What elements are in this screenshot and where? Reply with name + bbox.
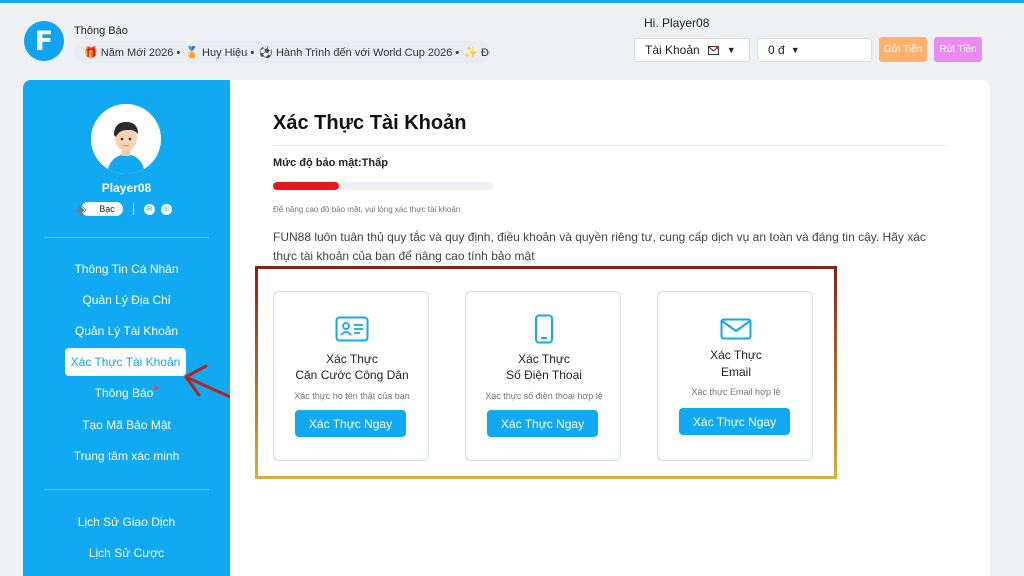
announcement-marquee[interactable]: 🎁 Năm Mới 2026 • 🏅 Huy Hiệu • ⚽ Hành Trì…: [74, 41, 490, 63]
level-row: ◈ Bạc ✉ ☏: [23, 201, 230, 218]
page-title: Xác Thực Tài Khoản: [273, 112, 467, 134]
sidebar-item-verification-center[interactable]: Trung tâm xác minh: [23, 449, 230, 463]
security-level-label: Mức độ bảo mật:Thấp: [273, 157, 388, 169]
sidebar-item-address[interactable]: Quản Lý Địa Chỉ: [23, 293, 230, 307]
sidebar-item-transaction-history[interactable]: Lịch Sử Giao Dịch: [23, 515, 230, 529]
card-subtitle: Xác thực số điện thoại hợp lệ: [485, 391, 603, 401]
sidebar-item-security-code[interactable]: Tạo Mã Bảo Mật: [23, 418, 230, 432]
vip-level-badge[interactable]: ◈ Bạc: [75, 201, 123, 218]
card-title: Xác Thực: [710, 348, 762, 362]
message-icon[interactable]: ✉: [143, 203, 155, 215]
withdraw-button[interactable]: Rút Tiền: [934, 37, 982, 62]
verify-id-button[interactable]: Xác Thực Ngay: [295, 410, 406, 437]
sidebar-username: Player08: [101, 181, 152, 195]
sidebar-item-personal-info[interactable]: Thông Tin Cá Nhân: [23, 262, 230, 276]
mail-icon: [707, 45, 719, 55]
marquee-item: 🏅 Huy Hiệu •: [185, 46, 255, 59]
verify-email-card[interactable]: Xác Thực Email Xác thực Email hợp lệ Xác…: [657, 291, 813, 461]
divider: [132, 203, 134, 215]
card-title: Xác Thực: [326, 352, 378, 366]
divider: [44, 489, 209, 490]
card-subtitle: Xác thực họ tên thật của bạn: [294, 391, 410, 401]
chevron-down-icon: ▼: [790, 45, 800, 55]
verify-id-card[interactable]: Xác Thực Căn Cước Công Dân Xác thực họ t…: [273, 291, 429, 461]
security-progress-fill: [273, 182, 339, 190]
vip-level-label: Bạc: [99, 204, 115, 214]
marquee-item: ⚽ Hành Trình đến với World Cup 2026 •: [259, 46, 460, 59]
fun88-logo[interactable]: F: [24, 21, 64, 61]
marquee-item: ✨ Điểm: [464, 46, 490, 59]
card-title: Xác Thực: [518, 352, 570, 366]
verify-email-button[interactable]: Xác Thực Ngay: [679, 408, 790, 435]
sidebar-item-account-management[interactable]: Quản Lý Tài Khoản: [23, 324, 230, 338]
deposit-button[interactable]: Gửi Tiền: [879, 37, 927, 62]
sidebar-item-account-verification[interactable]: Xác Thực Tài Khoản: [65, 348, 186, 376]
main-content: Xác Thực Tài Khoản Mức độ bảo mật:Thấp Đ…: [230, 80, 990, 576]
verify-phone-button[interactable]: Xác Thực Ngay: [487, 410, 598, 437]
security-progress-bar: [273, 182, 493, 190]
divider: [44, 237, 209, 238]
divider: [273, 145, 947, 146]
sidebar-item-label: Thông Báo: [94, 386, 154, 400]
phone-icon[interactable]: ☏: [160, 203, 172, 215]
notice-title: Thông Báo: [74, 25, 128, 37]
card-title: Email: [720, 365, 751, 379]
balance-dropdown[interactable]: 0 đ ▼: [757, 38, 872, 62]
top-accent-bar: [0, 0, 1024, 3]
verify-phone-card[interactable]: Xác Thực Số Điện Thoại Xác thực số điện …: [465, 291, 621, 461]
card-subtitle: Xác thực Email hợp lệ: [691, 387, 781, 397]
phone-icon: [535, 314, 553, 344]
card-title: Số Điện Thoại: [506, 368, 582, 382]
chevron-down-icon: ▼: [726, 45, 736, 55]
verification-description: FUN88 luôn tuân thủ quy tắc và quy định,…: [273, 230, 926, 263]
avatar[interactable]: [91, 104, 161, 174]
account-sidebar: Player08 ◈ Bạc ✉ ☏ Thông Tin Cá Nhân Quả…: [23, 80, 230, 576]
unread-dot: [154, 386, 159, 390]
card-title: Căn Cước Công Dân: [295, 368, 409, 382]
user-avatar-icon: [91, 104, 161, 174]
account-dropdown-label: Tài Khoản: [645, 43, 700, 57]
id-card-icon: [335, 316, 369, 342]
marquee-item: 🎁 Năm Mới 2026 •: [84, 46, 181, 59]
vip-diamond-icon: ◈: [75, 201, 87, 218]
account-dropdown[interactable]: Tài Khoản ▼: [634, 38, 750, 62]
security-hint: Để nâng cao độ bảo mật, vui lòng xác thự…: [273, 205, 461, 214]
mail-icon: [720, 318, 752, 340]
sidebar-item-bet-history[interactable]: Lịch Sử Cược: [23, 546, 230, 560]
balance-value: 0 đ: [768, 43, 785, 57]
user-greeting: Hi. Player08: [644, 16, 710, 30]
